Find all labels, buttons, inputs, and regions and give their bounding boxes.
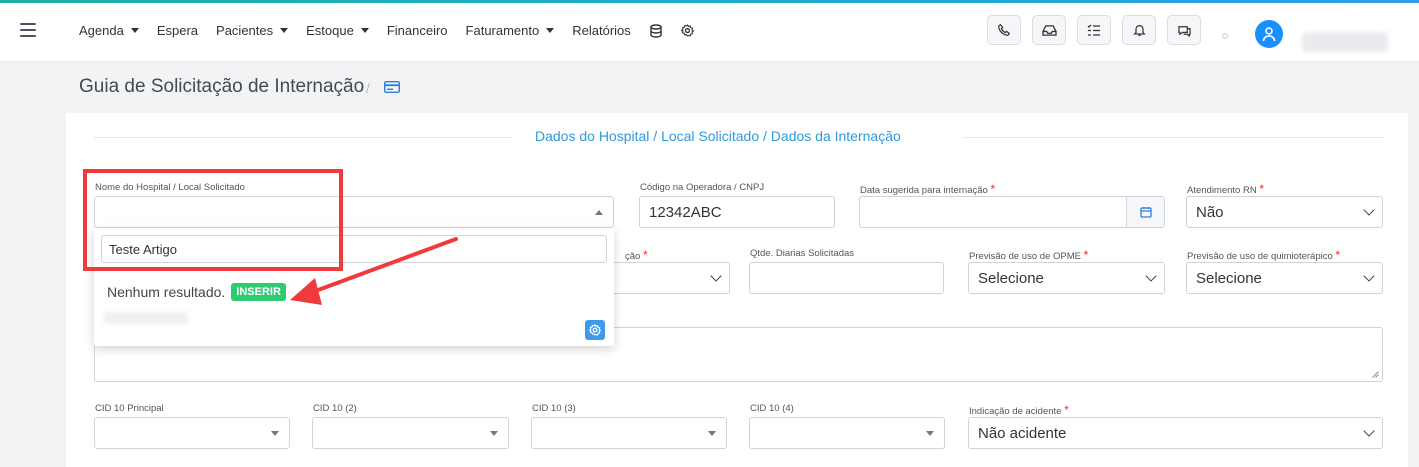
annotation-arrow <box>290 237 458 305</box>
